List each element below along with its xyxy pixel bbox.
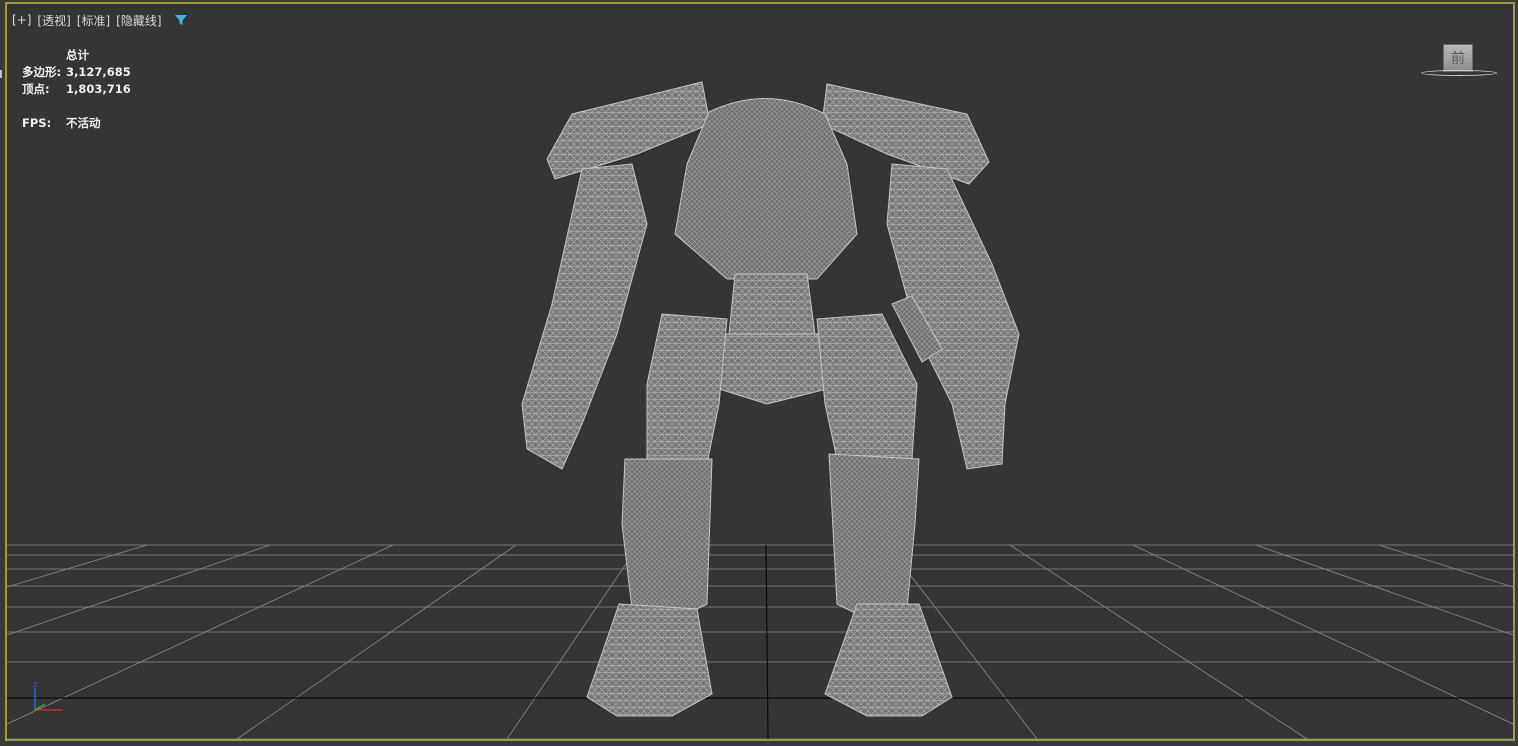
axis-z-label: Z xyxy=(33,681,38,689)
stats-header: 总计 xyxy=(66,48,89,62)
stats-vertices-row: 顶点: 1,803,716 xyxy=(22,81,131,98)
stats-polygons-row: 多边形: 3,127,685 xyxy=(22,64,131,81)
ground-grid xyxy=(7,544,1513,739)
stats-fps-row: FPS: 不活动 xyxy=(22,115,131,132)
viewport-label-menu: [+] [透视] [标准] [隐藏线] xyxy=(12,12,188,28)
grid-axes xyxy=(7,544,1513,739)
viewcube[interactable]: 前 xyxy=(1419,40,1499,84)
fps-label: FPS: xyxy=(22,116,52,130)
fps-value: 不活动 xyxy=(66,116,101,130)
scene-statistics: 总计 多边形: 3,127,685 顶点: 1,803,716 FPS: 不活动 xyxy=(22,47,131,132)
polygons-label: 多边形: xyxy=(22,65,62,79)
viewcube-compass-ring[interactable] xyxy=(1421,70,1497,76)
viewport-view-menu[interactable]: [透视] xyxy=(37,12,70,29)
viewport-shading-menu[interactable]: [标准] xyxy=(77,12,110,29)
axis-tripod-icon: Z xyxy=(33,681,63,711)
polygons-value: 3,127,685 xyxy=(66,65,131,79)
viewport-plus-menu[interactable]: [+] xyxy=(12,13,31,27)
viewport-display-menu[interactable]: [隐藏线] xyxy=(116,12,161,29)
vertices-label: 顶点: xyxy=(22,82,50,96)
viewport-scene[interactable] xyxy=(7,4,1513,739)
vertices-value: 1,803,716 xyxy=(66,82,131,96)
perspective-viewport[interactable]: [+] [透视] [标准] [隐藏线] 总计 多边形: 3,127,685 顶点… xyxy=(5,2,1515,741)
window-edge-tick xyxy=(0,70,2,78)
filter-icon[interactable] xyxy=(174,13,188,27)
robot-wireframe-model[interactable] xyxy=(521,81,1020,717)
viewcube-front-face[interactable]: 前 xyxy=(1443,44,1473,72)
